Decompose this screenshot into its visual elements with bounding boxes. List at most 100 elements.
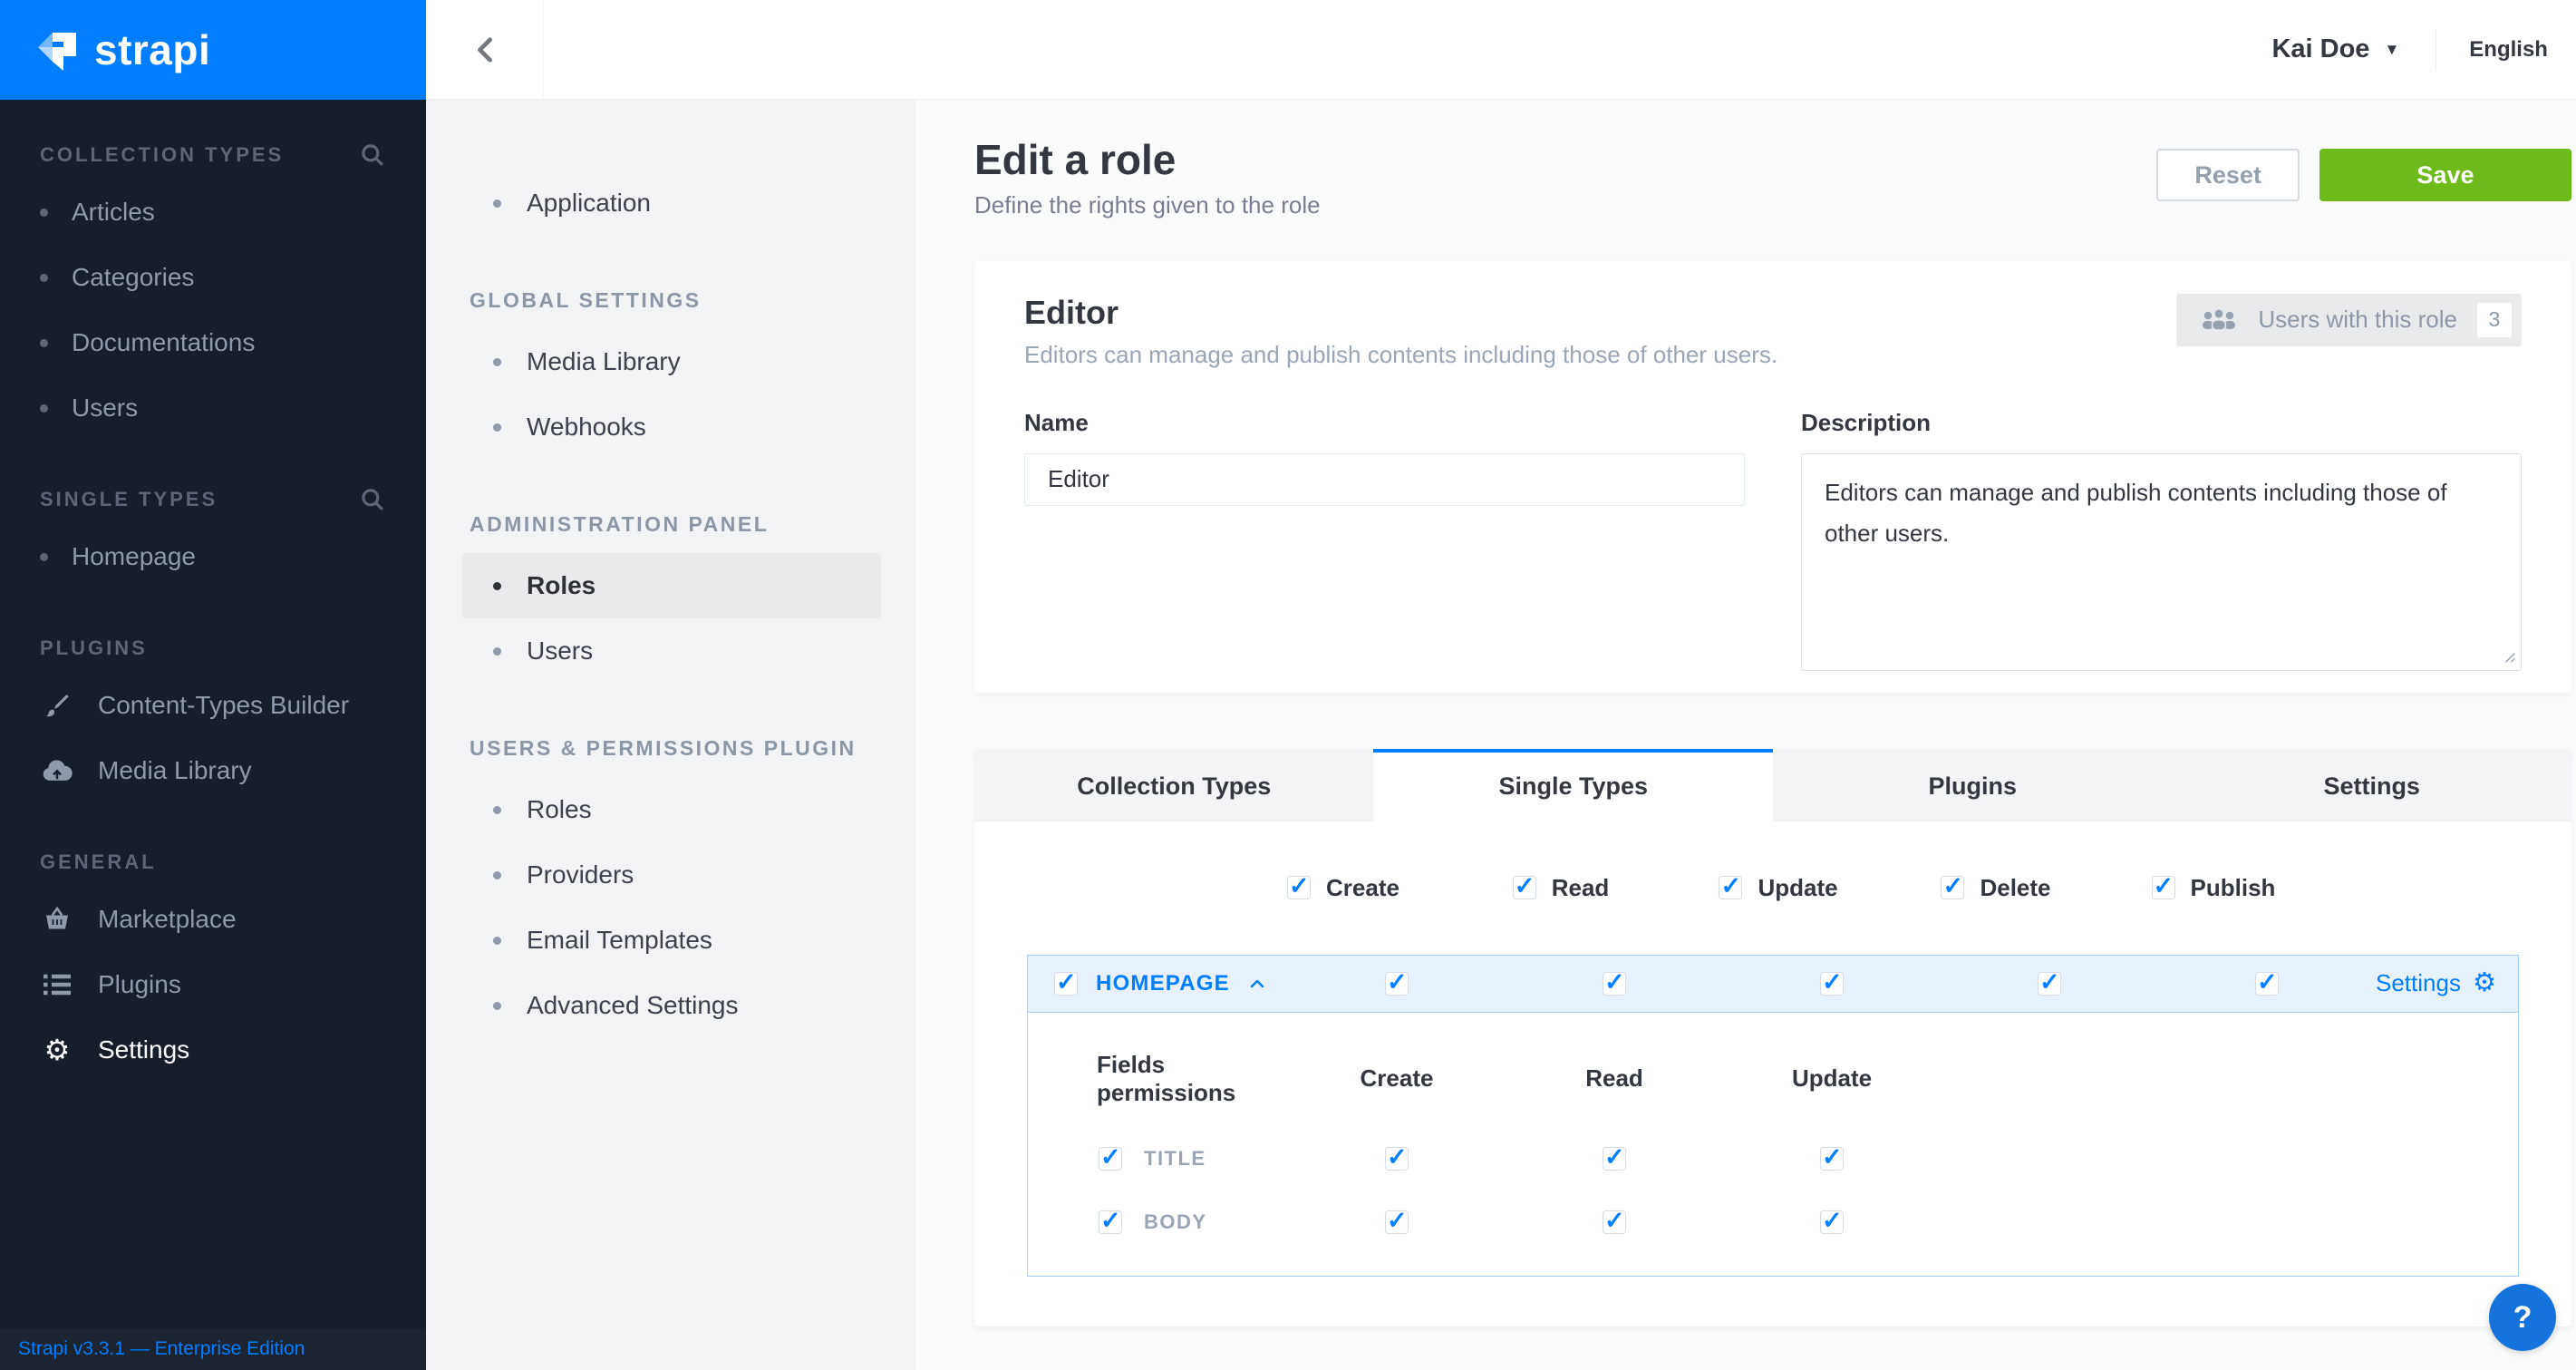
language-selector[interactable]: English <box>2469 37 2548 63</box>
logo-wordmark: strapi <box>94 25 210 74</box>
title-field-checkbox[interactable] <box>1099 1147 1122 1171</box>
description-textarea[interactable]: Editors can manage and publish contents … <box>1801 453 2522 671</box>
delete-all-checkbox[interactable] <box>1941 876 1964 899</box>
bullet-icon <box>493 871 501 879</box>
create-all-checkbox[interactable] <box>1287 876 1311 899</box>
sidebar-item-plugins[interactable]: Plugins <box>0 952 426 1017</box>
help-button[interactable]: ? <box>2489 1284 2556 1351</box>
tab-collection-types[interactable]: Collection Types <box>974 749 1373 821</box>
settings-group-administration-panel: ADMINISTRATION PANEL <box>470 512 915 537</box>
main-sidebar: strapi COLLECTION TYPES Articles Categor… <box>0 0 426 1370</box>
sidebar-item-settings[interactable]: ⚙ Settings <box>0 1017 426 1083</box>
publish-label: Publish <box>2191 874 2276 902</box>
sidebar-item-homepage[interactable]: Homepage <box>0 524 426 589</box>
homepage-read-checkbox[interactable] <box>1603 972 1626 996</box>
search-icon[interactable] <box>361 143 384 167</box>
section-title-single-types: SINGLE TYPES <box>40 488 218 511</box>
strapi-logo[interactable]: strapi <box>0 0 426 100</box>
body-field-checkbox[interactable] <box>1099 1210 1122 1234</box>
read-all-checkbox[interactable] <box>1513 876 1536 899</box>
user-menu[interactable]: Kai Doe ▼ <box>2271 34 2399 64</box>
save-button[interactable]: Save <box>2319 149 2571 201</box>
publish-all-checkbox[interactable] <box>2152 876 2175 899</box>
resize-handle-icon[interactable] <box>2502 649 2516 664</box>
body-create-checkbox[interactable] <box>1385 1210 1409 1234</box>
homepage-row-label[interactable]: HOMEPAGE <box>1096 971 1230 996</box>
settings-nav-up-roles[interactable]: Roles <box>426 777 915 842</box>
settings-nav-users[interactable]: Users <box>426 618 915 684</box>
homepage-checkbox[interactable] <box>1054 972 1078 996</box>
settings-sidebar: Application GLOBAL SETTINGS Media Librar… <box>426 100 915 1370</box>
title-read-checkbox[interactable] <box>1603 1147 1626 1171</box>
name-field-group: Name <box>1024 409 1745 671</box>
cloud-upload-icon <box>40 759 74 782</box>
bullet-icon <box>493 582 501 590</box>
settings-nav-webhooks[interactable]: Webhooks <box>426 394 915 460</box>
homepage-update-checkbox[interactable] <box>1820 972 1844 996</box>
users-icon <box>2200 307 2238 333</box>
sidebar-item-users[interactable]: Users <box>0 375 426 441</box>
gear-icon: ⚙ <box>40 1035 74 1064</box>
search-icon[interactable] <box>361 488 384 511</box>
title-field-label: TITLE <box>1144 1147 1206 1171</box>
body-update-checkbox[interactable] <box>1820 1210 1844 1234</box>
description-field-group: Description Editors can manage and publi… <box>1801 409 2522 671</box>
homepage-publish-checkbox[interactable] <box>2255 972 2279 996</box>
version-link[interactable]: Strapi v3.3.1 — Enterprise Edition <box>0 1328 426 1370</box>
bullet-icon <box>40 553 48 561</box>
tab-single-types[interactable]: Single Types <box>1373 749 1772 821</box>
sidebar-item-documentations[interactable]: Documentations <box>0 310 426 375</box>
chevron-up-icon[interactable] <box>1250 979 1264 988</box>
homepage-delete-checkbox[interactable] <box>2038 972 2061 996</box>
bullet-icon <box>493 806 501 814</box>
homepage-create-checkbox[interactable] <box>1385 972 1409 996</box>
body-read-checkbox[interactable] <box>1603 1210 1626 1234</box>
fields-create-header: Create <box>1288 1064 1506 1093</box>
reset-button[interactable]: Reset <box>2156 149 2300 201</box>
sidebar-item-articles[interactable]: Articles <box>0 180 426 245</box>
create-label: Create <box>1326 874 1399 902</box>
settings-nav-email-templates[interactable]: Email Templates <box>426 908 915 973</box>
page-subtitle: Define the rights given to the role <box>974 191 2156 219</box>
role-info-card: Editor Editors can manage and publish co… <box>974 261 2571 693</box>
fields-permissions-header-row: Fields permissions Create Read Update <box>1028 1051 2518 1107</box>
sidebar-item-marketplace[interactable]: Marketplace <box>0 887 426 952</box>
fields-update-header: Update <box>1723 1064 1941 1093</box>
section-title-plugins: PLUGINS <box>40 636 148 660</box>
sidebar-nav: COLLECTION TYPES Articles Categories Doc… <box>0 100 426 1328</box>
main-content: Edit a role Define the rights given to t… <box>915 100 2576 1370</box>
chevron-left-icon <box>474 37 496 63</box>
fields-permissions-panel: Fields permissions Create Read Update TI… <box>1027 1013 2519 1277</box>
bullet-icon <box>40 404 48 413</box>
homepage-permission-row: HOMEPAGE Settings <box>1027 955 2519 1013</box>
sidebar-item-categories[interactable]: Categories <box>0 245 426 310</box>
back-button[interactable] <box>426 0 544 99</box>
tab-plugins[interactable]: Plugins <box>1773 749 2172 821</box>
settings-nav-media-library[interactable]: Media Library <box>426 329 915 394</box>
bullet-icon <box>493 1002 501 1010</box>
page-header: Edit a role Define the rights given to t… <box>974 136 2571 219</box>
sidebar-item-content-types-builder[interactable]: Content-Types Builder <box>0 673 426 738</box>
name-input[interactable] <box>1024 453 1745 506</box>
role-title: Editor <box>1024 294 1777 332</box>
topbar: Kai Doe ▼ English <box>426 0 2576 100</box>
settings-nav-providers[interactable]: Providers <box>426 842 915 908</box>
settings-group-users-permissions-plugin: USERS & PERMISSIONS PLUGIN <box>470 736 915 761</box>
tab-settings[interactable]: Settings <box>2172 749 2571 821</box>
user-name: Kai Doe <box>2271 34 2369 64</box>
settings-nav-roles[interactable]: Roles <box>462 553 881 618</box>
settings-nav-advanced-settings[interactable]: Advanced Settings <box>426 973 915 1038</box>
bullet-icon <box>493 647 501 656</box>
title-update-checkbox[interactable] <box>1820 1147 1844 1171</box>
settings-nav-application[interactable]: Application <box>426 170 915 236</box>
title-create-checkbox[interactable] <box>1385 1147 1409 1171</box>
sidebar-item-media-library[interactable]: Media Library <box>0 738 426 803</box>
strapi-logo-icon <box>34 25 80 74</box>
users-with-role-button[interactable]: Users with this role 3 <box>2176 294 2522 346</box>
update-all-checkbox[interactable] <box>1719 876 1742 899</box>
right-column: Kai Doe ▼ English Application GLOBAL SET… <box>426 0 2576 1370</box>
page-title: Edit a role <box>974 136 2156 184</box>
caret-down-icon: ▼ <box>2384 41 2399 59</box>
homepage-settings-link[interactable]: Settings ⚙ <box>2376 969 2518 997</box>
gear-icon: ⚙ <box>2473 970 2496 996</box>
